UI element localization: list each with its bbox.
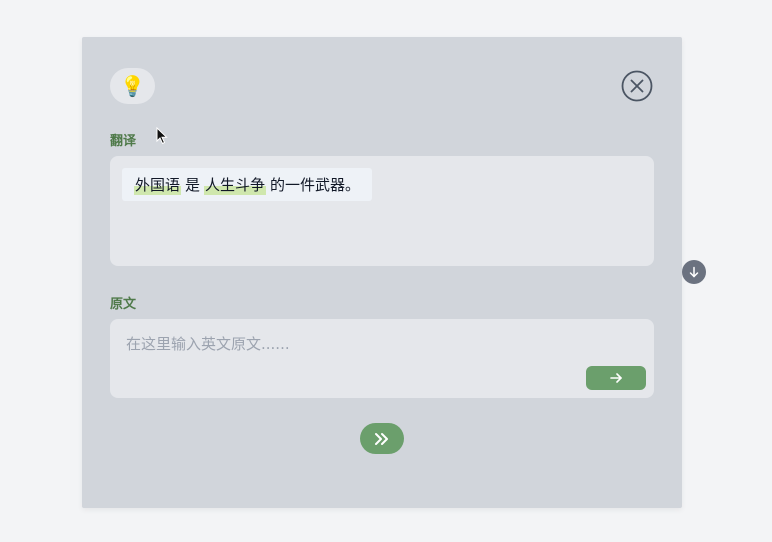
mouse-cursor-icon (156, 127, 168, 145)
translation-dialog: 💡 翻译 外国语 是 人生斗争 的一件武器。 原文 (82, 37, 682, 508)
arrow-down-icon (689, 266, 699, 278)
lightbulb-icon: 💡 (120, 74, 145, 98)
double-chevron-right-icon (375, 432, 388, 445)
translation-output: 外国语 是 人生斗争 的一件武器。 (110, 156, 654, 266)
close-button[interactable] (621, 70, 653, 102)
hint-button[interactable]: 💡 (110, 68, 155, 104)
translated-sentence: 外国语 是 人生斗争 的一件武器。 (122, 168, 373, 201)
submit-button[interactable] (586, 366, 646, 390)
highlighted-phrase[interactable]: 外国语 (134, 174, 182, 195)
sentence-word: 的一件武器。 (270, 176, 361, 194)
source-label: 原文 (110, 297, 137, 312)
next-button[interactable] (360, 423, 404, 454)
arrow-right-icon (610, 373, 622, 383)
highlighted-phrase[interactable]: 人生斗争 (204, 174, 267, 195)
source-text-input[interactable] (124, 329, 568, 359)
source-input-box (110, 319, 654, 398)
close-circle-icon (621, 70, 653, 102)
sentence-word: 是 (185, 176, 201, 194)
scroll-down-button[interactable] (682, 260, 706, 284)
translation-label: 翻译 (110, 134, 137, 149)
